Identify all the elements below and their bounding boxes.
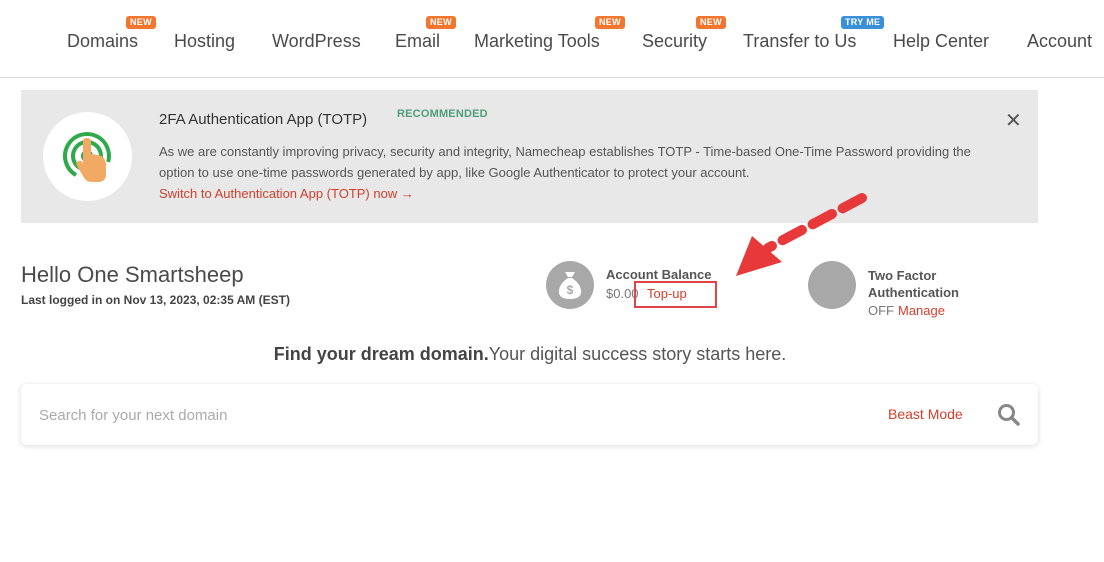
beast-mode-link[interactable]: Beast Mode	[888, 406, 963, 422]
totp-banner: 2FA Authentication App (TOTP) RECOMMENDE…	[21, 90, 1038, 223]
new-badge: NEW	[126, 16, 156, 29]
highlight-box	[634, 281, 717, 308]
touch-icon	[43, 112, 132, 201]
nav-security[interactable]: Security	[642, 31, 707, 52]
nav-domains[interactable]: Domains	[67, 31, 138, 52]
search-tagline: Find your dream domain.Your digital succ…	[0, 344, 1060, 365]
top-nav: NEW Domains Hosting WordPress NEW Email …	[0, 0, 1104, 78]
banner-title: 2FA Authentication App (TOTP)	[159, 111, 368, 128]
shield-icon	[808, 261, 856, 309]
greeting-title: Hello One Smartsheep	[21, 262, 244, 287]
domain-search-box: Beast Mode	[21, 384, 1038, 445]
nav-account[interactable]: Account	[1027, 31, 1092, 52]
last-login-text: Last logged in on Nov 13, 2023, 02:35 AM…	[21, 293, 290, 307]
nav-transfer-to-us[interactable]: Transfer to Us	[743, 31, 856, 52]
new-badge: NEW	[426, 16, 456, 29]
tagline-rest: Your digital success story starts here.	[488, 344, 787, 364]
svg-text:$: $	[567, 283, 574, 297]
nav-help-center[interactable]: Help Center	[893, 31, 989, 52]
close-icon[interactable]: ✕	[1005, 108, 1022, 133]
two-factor-label: Two Factor Authentication	[868, 268, 959, 300]
two-factor-status: OFF	[868, 303, 894, 318]
money-bag-icon: $	[546, 261, 594, 309]
nav-email[interactable]: Email	[395, 31, 440, 52]
tagline-bold: Find your dream domain.	[273, 344, 489, 364]
nav-marketing-tools[interactable]: Marketing Tools	[474, 31, 600, 52]
switch-to-totp-link[interactable]: Switch to Authentication App (TOTP) now …	[159, 186, 414, 201]
banner-description: As we are constantly improving privacy, …	[159, 144, 971, 180]
new-badge: NEW	[696, 16, 726, 29]
manage-2fa-link[interactable]: Manage	[898, 303, 945, 318]
new-badge: NEW	[595, 16, 625, 29]
domain-search-input[interactable]	[37, 402, 821, 428]
recommended-tag: RECOMMENDED	[397, 108, 488, 120]
account-balance-label: Account Balance	[606, 267, 712, 282]
try-me-badge: TRY ME	[841, 16, 885, 29]
nav-hosting[interactable]: Hosting	[174, 31, 235, 52]
nav-wordpress[interactable]: WordPress	[272, 31, 361, 52]
search-icon[interactable]	[996, 402, 1022, 428]
